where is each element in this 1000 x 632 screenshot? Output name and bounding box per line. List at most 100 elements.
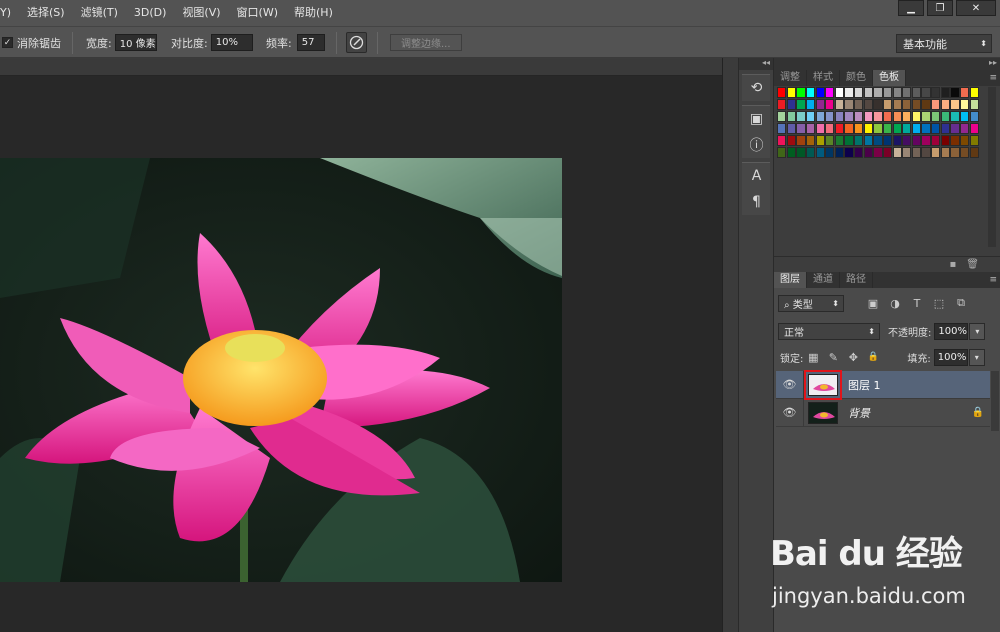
color-swatch[interactable] xyxy=(931,87,941,98)
color-swatch[interactable] xyxy=(844,99,854,110)
color-swatch[interactable] xyxy=(834,111,845,122)
color-swatch[interactable] xyxy=(777,99,787,110)
color-swatch[interactable] xyxy=(931,147,941,158)
panel-menu-icon[interactable]: ≡ xyxy=(989,70,997,86)
color-swatch[interactable] xyxy=(882,147,893,158)
color-swatch[interactable] xyxy=(863,123,873,134)
color-swatch[interactable] xyxy=(825,111,835,122)
color-swatch[interactable] xyxy=(921,135,931,146)
color-swatch[interactable] xyxy=(834,99,845,110)
color-swatch[interactable] xyxy=(815,111,825,122)
color-swatch[interactable] xyxy=(892,99,902,110)
color-swatch[interactable] xyxy=(911,87,922,98)
color-swatch[interactable] xyxy=(805,135,816,146)
pen-pressure-icon[interactable] xyxy=(346,32,367,53)
layer-name[interactable]: 图层 1 xyxy=(848,377,881,393)
color-swatch[interactable] xyxy=(940,135,950,146)
layer-name[interactable]: 背景 xyxy=(848,405,870,421)
color-swatch[interactable] xyxy=(950,87,960,98)
color-swatch[interactable] xyxy=(873,147,883,158)
color-swatch[interactable] xyxy=(863,99,873,110)
color-swatch[interactable] xyxy=(786,99,796,110)
color-swatch[interactable] xyxy=(969,87,979,98)
character-icon[interactable]: A xyxy=(742,163,771,189)
color-swatch[interactable] xyxy=(786,111,796,122)
contrast-field[interactable]: 10% xyxy=(210,34,253,51)
new-swatch-icon[interactable]: ▪ xyxy=(950,259,957,270)
color-swatch[interactable] xyxy=(796,123,806,134)
menu-help[interactable]: 帮助(H) xyxy=(286,0,341,26)
color-swatch[interactable] xyxy=(844,123,854,134)
info-icon[interactable]: ⓘ xyxy=(742,132,771,158)
layers-menu-icon[interactable]: ≡ xyxy=(989,272,997,288)
color-swatch[interactable] xyxy=(969,147,979,158)
color-swatch[interactable] xyxy=(950,123,960,134)
color-swatch[interactable] xyxy=(892,135,902,146)
color-swatch[interactable] xyxy=(834,147,845,158)
menu-window[interactable]: 窗口(W) xyxy=(229,0,286,26)
color-swatch[interactable] xyxy=(777,123,787,134)
workspace-select[interactable]: 基本功能 ⬍ xyxy=(896,34,992,53)
tab-layers[interactable]: 图层 xyxy=(774,272,807,288)
restore-button[interactable]: ❐ xyxy=(927,0,953,16)
adjustment-filter-icon[interactable]: ◑ xyxy=(884,297,906,310)
color-swatch[interactable] xyxy=(959,87,970,98)
lock-all-icon[interactable]: 🔒 xyxy=(863,352,883,362)
layer-row-background[interactable]: 👁 背景 🔒 xyxy=(776,398,990,427)
color-swatch[interactable] xyxy=(940,111,950,122)
color-swatch[interactable] xyxy=(873,135,883,146)
paragraph-icon[interactable]: ¶ xyxy=(742,189,771,215)
shape-filter-icon[interactable]: ⬚ xyxy=(928,297,950,310)
opacity-dropdown-button[interactable]: ▾ xyxy=(969,322,986,340)
color-swatch[interactable] xyxy=(911,111,922,122)
tab-styles[interactable]: 样式 xyxy=(807,70,840,86)
opacity-field[interactable]: 100% xyxy=(934,322,969,340)
color-swatch[interactable] xyxy=(882,99,893,110)
layer-row-layer-1[interactable]: 👁 图层 1 xyxy=(776,369,990,400)
3d-cube-icon[interactable]: ▣ xyxy=(742,106,771,132)
color-swatch[interactable] xyxy=(805,99,816,110)
width-field[interactable]: 10 像素 xyxy=(114,34,157,51)
color-swatch[interactable] xyxy=(844,87,854,98)
color-swatch[interactable] xyxy=(902,135,912,146)
lock-transparent-icon[interactable]: ▦ xyxy=(803,351,823,364)
color-swatch[interactable] xyxy=(805,147,816,158)
layer-thumbnail[interactable] xyxy=(808,401,838,424)
color-swatch[interactable] xyxy=(863,87,873,98)
color-swatch[interactable] xyxy=(777,87,787,98)
color-swatch[interactable] xyxy=(863,111,873,122)
color-swatch[interactable] xyxy=(950,111,960,122)
tab-channels[interactable]: 通道 xyxy=(807,272,840,288)
panel-collapse-button[interactable]: ▸▸ xyxy=(774,58,1000,70)
color-swatch[interactable] xyxy=(873,99,883,110)
color-swatch[interactable] xyxy=(777,111,787,122)
trash-icon[interactable]: 🗑 xyxy=(966,259,979,270)
color-swatch[interactable] xyxy=(834,87,845,98)
color-swatch[interactable] xyxy=(873,111,883,122)
color-swatch[interactable] xyxy=(815,147,825,158)
tab-swatches[interactable]: 色板 xyxy=(873,70,906,86)
color-swatch[interactable] xyxy=(805,87,816,98)
color-swatch[interactable] xyxy=(902,99,912,110)
color-swatch[interactable] xyxy=(796,111,806,122)
canvas-vertical-scrollbar[interactable] xyxy=(722,58,738,632)
tab-adjustments[interactable]: 调整 xyxy=(774,70,807,86)
color-swatch[interactable] xyxy=(844,135,854,146)
color-swatch[interactable] xyxy=(854,87,864,98)
color-swatch[interactable] xyxy=(825,87,835,98)
eye-icon[interactable]: 👁 xyxy=(776,370,804,399)
color-swatch[interactable] xyxy=(825,99,835,110)
refine-edge-button[interactable]: 调整边缘... xyxy=(390,34,462,51)
color-swatch[interactable] xyxy=(902,147,912,158)
color-swatch[interactable] xyxy=(777,147,787,158)
color-swatch[interactable] xyxy=(902,87,912,98)
color-swatch[interactable] xyxy=(796,99,806,110)
color-swatch[interactable] xyxy=(873,123,883,134)
color-swatch[interactable] xyxy=(921,87,931,98)
color-swatch[interactable] xyxy=(882,87,893,98)
history-icon[interactable]: ⟲ xyxy=(742,75,771,101)
color-swatch[interactable] xyxy=(786,123,796,134)
color-swatch[interactable] xyxy=(796,87,806,98)
frequency-field[interactable]: 57 xyxy=(296,34,325,51)
color-swatch[interactable] xyxy=(969,123,979,134)
